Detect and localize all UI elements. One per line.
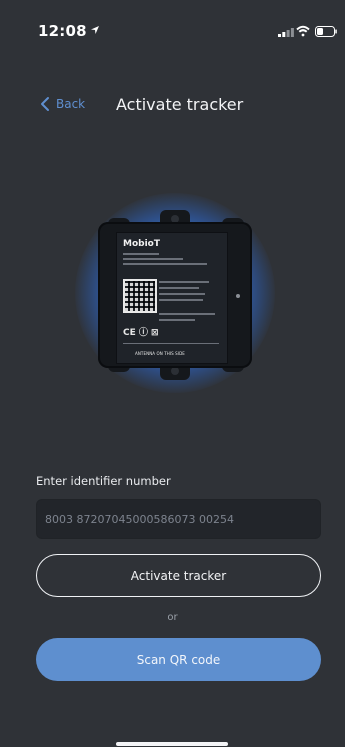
label-line [123, 258, 183, 260]
label-line [159, 293, 205, 295]
label-line [123, 263, 207, 265]
back-label: Back [56, 97, 86, 111]
activate-tracker-button[interactable]: Activate tracker [36, 554, 321, 597]
header: Back Activate tracker [0, 90, 345, 120]
back-button[interactable]: Back [40, 96, 85, 112]
battery-icon [315, 26, 337, 37]
label-line [159, 313, 215, 315]
tracker-device-image: MobioT CE ⓘ ⊠ ANTENNA ON THIS SIDE [70, 188, 280, 398]
label-line [159, 299, 203, 301]
location-arrow-icon [91, 26, 99, 34]
or-divider: or [167, 612, 178, 623]
label-line [159, 287, 199, 289]
cellular-signal-icon [278, 28, 294, 37]
chevron-left-icon [41, 97, 49, 111]
wifi-icon [296, 25, 310, 37]
qr-code-image [123, 279, 157, 313]
antenna-note: ANTENNA ON THIS SIDE [135, 351, 185, 356]
label-line [123, 343, 219, 344]
scan-qr-button[interactable]: Scan QR code [36, 638, 321, 681]
identifier-label: Enter identifier number [36, 474, 171, 488]
ce-mark-icon: CE ⓘ ⊠ [123, 328, 159, 338]
device-brand: MobioT [123, 239, 160, 249]
device-label: MobioT CE ⓘ ⊠ ANTENNA ON THIS SIDE [116, 232, 228, 364]
status-bar: 12:08 [0, 0, 345, 44]
label-line [123, 253, 159, 255]
label-line [159, 281, 209, 283]
page-title: Activate tracker [116, 95, 244, 114]
device-led [236, 294, 240, 298]
home-indicator[interactable] [116, 742, 228, 746]
label-line [159, 319, 195, 321]
identifier-input[interactable] [36, 499, 321, 539]
status-time: 12:08 [38, 22, 87, 40]
